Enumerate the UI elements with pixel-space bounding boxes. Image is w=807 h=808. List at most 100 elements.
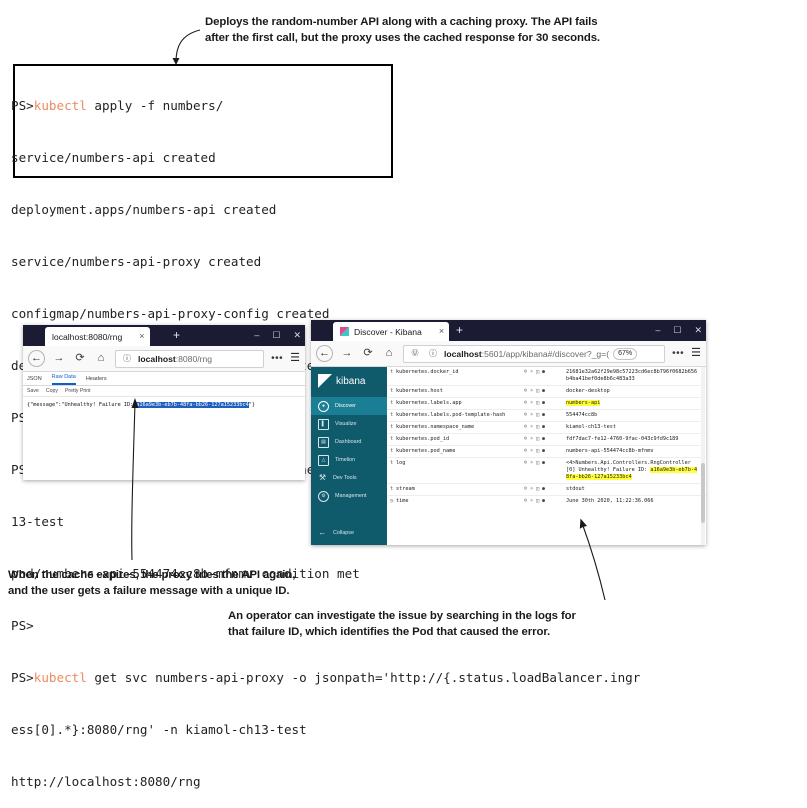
zoom-level-badge[interactable]: 67% [613, 348, 637, 360]
minimize-icon[interactable]: – [655, 326, 660, 335]
row-actions[interactable]: ☺☼◫● [524, 369, 566, 376]
filter-dot-icon: ● [542, 388, 545, 395]
hamburger-menu-icon[interactable]: ☰ [290, 353, 300, 364]
row-actions[interactable]: ☺☼◫● [524, 412, 566, 419]
annotation-top: Deploys the random-number API along with… [205, 14, 785, 46]
filter-dot-icon: ● [542, 400, 545, 407]
field-type-icon: t [387, 424, 396, 431]
forward-icon[interactable]: → [340, 347, 354, 361]
maximize-icon[interactable]: ☐ [673, 326, 681, 335]
table-row[interactable]: t kubernetes.host ☺☼◫● docker-desktop [387, 386, 706, 398]
new-tab-icon[interactable]: + [173, 329, 180, 341]
compass-icon: ● [318, 401, 329, 412]
kibana-body: kibana ● Discover ▌ Visualize ▤ Dashboar… [311, 367, 706, 545]
row-actions[interactable]: ☺☼◫● [524, 436, 566, 443]
field-name: kubernetes.docker_id [396, 369, 524, 376]
wrench-icon: ⚒ [318, 474, 327, 483]
save-button[interactable]: Save [27, 388, 39, 394]
back-icon[interactable]: ← [28, 350, 45, 367]
sidebar-item-discover[interactable]: ● Discover [311, 397, 387, 415]
minimize-icon[interactable]: – [254, 331, 259, 340]
sidebar-item-visualize[interactable]: ▌ Visualize [311, 415, 387, 433]
filter-dot-icon: ● [542, 412, 545, 419]
reload-icon[interactable]: ⟳ [73, 352, 87, 366]
zoom-out-icon: ☼ [530, 400, 533, 407]
kibana-document-table: t kubernetes.docker_id ☺☼◫● 21681e32a62f… [387, 367, 706, 545]
row-actions[interactable]: ☺☼◫● [524, 486, 566, 493]
row-actions[interactable]: ☺☼◫● [524, 400, 566, 407]
browser-window-json-viewer[interactable]: localhost:8080/rng × + – ☐ ✕ ← → ⟳ ⌂ ⓘ l… [23, 325, 305, 480]
home-icon[interactable]: ⌂ [94, 352, 108, 366]
table-row[interactable]: t log ☺☼◫● <4>Numbers.Api.Controllers.Rn… [387, 458, 706, 484]
response-prefix: {"message":"Unhealthy! Failure ID: [27, 402, 136, 408]
table-column-icon: ◫ [536, 388, 539, 395]
titlebar: Discover - Kibana × + – ☐ ✕ [311, 320, 706, 341]
page-actions-icon[interactable]: ••• [672, 349, 684, 359]
filter-dot-icon: ● [542, 486, 545, 493]
home-icon[interactable]: ⌂ [382, 347, 396, 361]
hamburger-menu-icon[interactable]: ☰ [691, 348, 701, 359]
row-actions[interactable]: ☺☼◫● [524, 498, 566, 505]
close-tab-icon[interactable]: × [439, 327, 444, 336]
browser-tab[interactable]: Discover - Kibana × [333, 322, 449, 341]
forward-icon[interactable]: → [52, 352, 66, 366]
scrollbar-thumb[interactable] [701, 463, 705, 523]
shield-icon[interactable]: Ⓤ [408, 347, 422, 361]
zoom-out-icon: ☼ [530, 424, 533, 431]
table-row[interactable]: t kubernetes.labels.pod-template-hash ☺☼… [387, 410, 706, 422]
kibana-sidebar: kibana ● Discover ▌ Visualize ▤ Dashboar… [311, 367, 387, 545]
close-tab-icon[interactable]: × [139, 332, 144, 341]
row-actions[interactable]: ☺☼◫● [524, 388, 566, 395]
table-row[interactable]: t kubernetes.docker_id ☺☼◫● 21681e32a62f… [387, 367, 706, 386]
close-window-icon[interactable]: ✕ [293, 331, 301, 340]
row-actions[interactable]: ☺☼◫● [524, 424, 566, 431]
reload-icon[interactable]: ⟳ [361, 347, 375, 361]
field-name: kubernetes.labels.app [396, 400, 524, 407]
table-column-icon: ◫ [536, 460, 539, 467]
sidebar-item-management[interactable]: ⚙ Management [311, 487, 387, 505]
browser-window-kibana[interactable]: Discover - Kibana × + – ☐ ✕ ← → ⟳ ⌂ Ⓤ ⓘ … [311, 320, 706, 545]
table-column-icon: ◫ [536, 436, 539, 443]
field-type-icon: t [387, 448, 396, 455]
sidebar-item-dashboard[interactable]: ▤ Dashboard [311, 433, 387, 451]
sidebar-collapse-button[interactable]: ← Collapse [311, 524, 394, 542]
table-row[interactable]: ◷ time ☺☼◫● June 30th 2020, 11:22:36.066 [387, 496, 706, 507]
table-row[interactable]: t stream ☺☼◫● stdout [387, 484, 706, 496]
pretty-print-button[interactable]: Pretty Print [65, 388, 91, 394]
table-row[interactable]: t kubernetes.pod_name ☺☼◫● numbers-api-5… [387, 446, 706, 458]
browser-tab[interactable]: localhost:8080/rng × [45, 327, 150, 346]
field-name: kubernetes.labels.pod-template-hash [396, 412, 524, 419]
sidebar-item-timelion[interactable]: △ Timelion [311, 451, 387, 469]
tab-raw-data[interactable]: Raw Data [52, 372, 76, 385]
filter-dot-icon: ● [542, 424, 545, 431]
maximize-icon[interactable]: ☐ [272, 331, 280, 340]
zoom-out-icon: ☼ [530, 460, 533, 467]
tab-headers[interactable]: Headers [86, 374, 107, 385]
page-actions-icon[interactable]: ••• [271, 354, 283, 364]
table-row[interactable]: t kubernetes.namespace_name ☺☼◫● kiamol-… [387, 422, 706, 434]
field-value: fdf7dac7-fe12-4760-9fac-043c9fd9c189 [566, 436, 706, 443]
url-bar[interactable]: ⓘ localhost:8080/rng [115, 350, 264, 368]
row-actions[interactable]: ☺☼◫● [524, 460, 566, 467]
table-row[interactable]: t kubernetes.pod_id ☺☼◫● fdf7dac7-fe12-4… [387, 434, 706, 446]
copy-button[interactable]: Copy [46, 388, 58, 394]
table-row[interactable]: t kubernetes.labels.app ☺☼◫● numbers-api [387, 398, 706, 410]
field-value-highlight: numbers-api [566, 400, 600, 406]
new-tab-icon[interactable]: + [456, 324, 463, 336]
row-actions[interactable]: ☺☼◫● [524, 448, 566, 455]
field-value: numbers-api-554474cc8b-mfnmv [566, 448, 706, 455]
titlebar: localhost:8080/rng × + – ☐ ✕ [23, 325, 305, 346]
sidebar-item-label: Management [335, 493, 366, 499]
sidebar-item-label: Timelion [335, 457, 355, 463]
sidebar-item-label: Dashboard [335, 439, 361, 445]
json-viewer-actions: Save Copy Pretty Print [23, 386, 305, 397]
field-name: kubernetes.namespace_name [396, 424, 524, 431]
close-window-icon[interactable]: ✕ [694, 326, 702, 335]
sidebar-item-dev-tools[interactable]: ⚒ Dev Tools [311, 469, 387, 487]
url-bar[interactable]: Ⓤ ⓘ localhost:5601/app/kibana#/discover?… [403, 345, 665, 363]
field-name: kubernetes.host [396, 388, 524, 395]
tab-json[interactable]: JSON [27, 374, 42, 385]
info-icon: ⓘ [120, 352, 134, 366]
dashboard-icon: ▤ [318, 437, 329, 448]
back-icon[interactable]: ← [316, 345, 333, 362]
